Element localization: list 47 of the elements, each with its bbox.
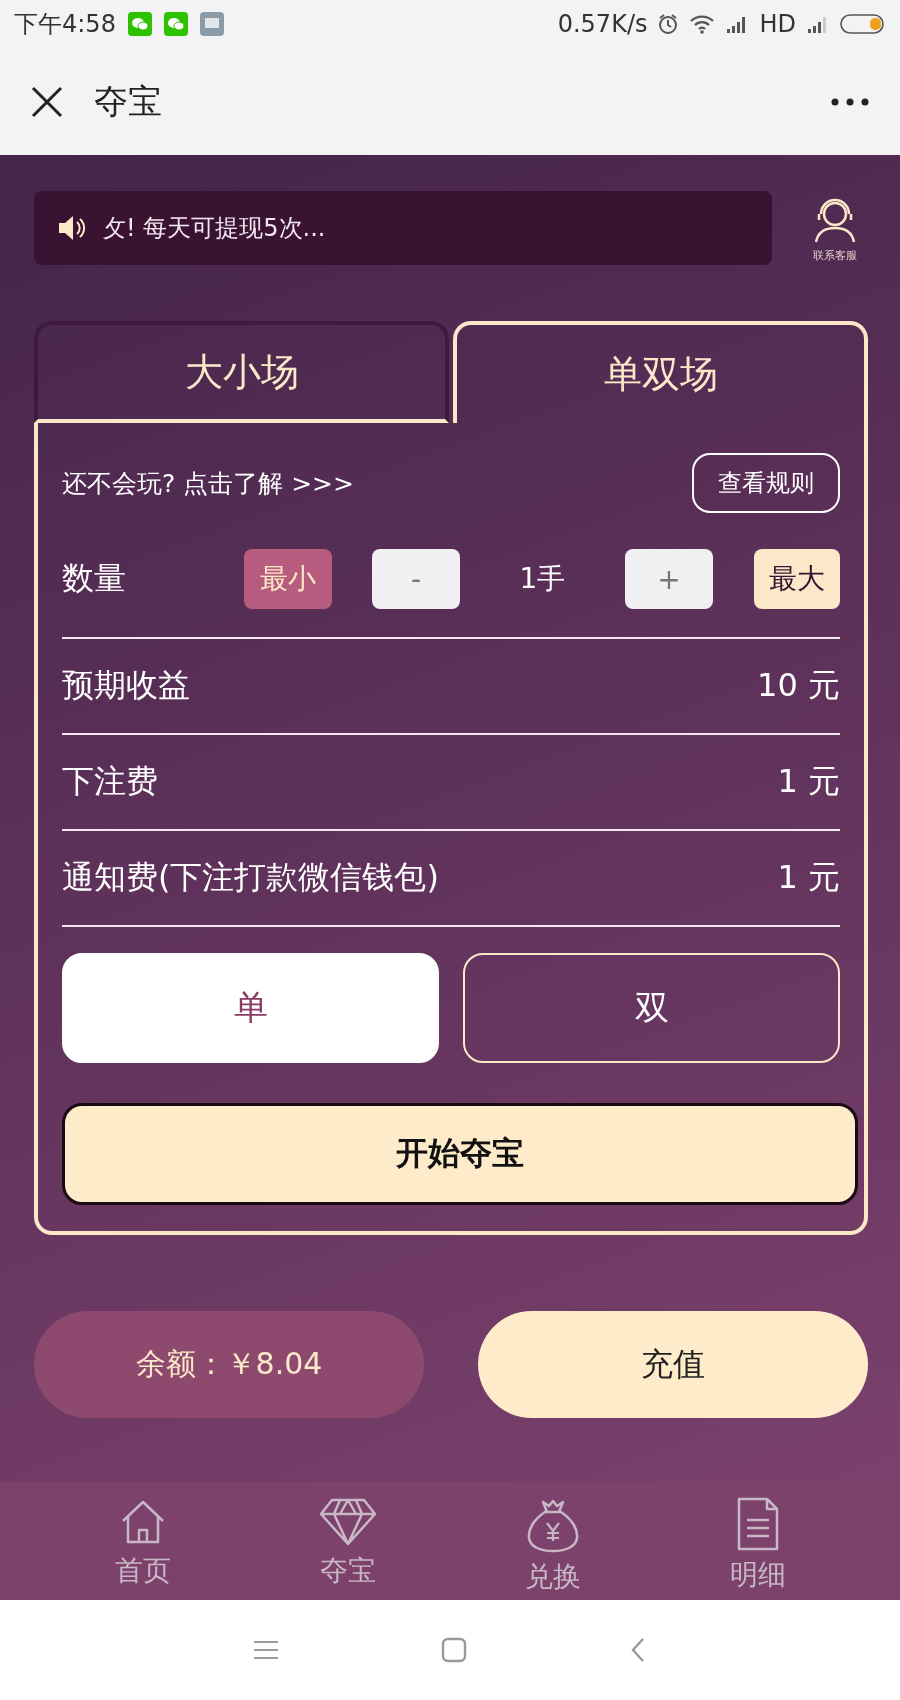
notification-icon (199, 12, 224, 36)
menu-icon[interactable] (252, 1639, 280, 1661)
nav-item[interactable]: 明细 (707, 1482, 808, 1600)
battery-icon (840, 13, 886, 35)
nav-label: 夺宝 (319, 1553, 376, 1589)
bet-option-button[interactable]: 单 (62, 953, 439, 1063)
rules-button[interactable]: 查看规则 (692, 453, 840, 513)
page-title: 夺宝 (94, 79, 162, 123)
diamond-icon (317, 1496, 378, 1548)
game-tab[interactable]: 大小场 (34, 321, 449, 423)
plus-button[interactable]: + (625, 549, 713, 609)
speaker-icon (56, 213, 86, 243)
min-button[interactable]: 最小 (244, 549, 332, 609)
quantity-label: 数量 (62, 558, 127, 599)
recharge-button[interactable]: 充值 (478, 1311, 868, 1418)
nav-item[interactable]: 兑换 (502, 1482, 603, 1600)
fee-value: 1 元 (777, 857, 840, 898)
network-type: HD (759, 10, 796, 38)
network-speed: 0.57K/s (557, 10, 648, 38)
balance-text: 余额：￥8.04 (135, 1345, 323, 1383)
bet-option-button[interactable]: 双 (463, 953, 840, 1063)
service-label[interactable]: 联系客服 (813, 247, 857, 263)
game-tab[interactable]: 单双场 (453, 321, 868, 423)
start-button[interactable]: 开始夺宝 (62, 1103, 858, 1205)
help-link[interactable]: 还不会玩? 点击了解 >>> (62, 466, 354, 500)
fee-label: 下注费 (62, 761, 158, 802)
nav-item[interactable]: 夺宝 (297, 1482, 398, 1600)
chat-app-icon (163, 12, 188, 36)
wifi-icon (689, 14, 716, 34)
fee-label: 通知费(下注打款微信钱包) (62, 857, 439, 898)
max-button[interactable]: 最大 (754, 549, 840, 609)
nav-label: 首页 (114, 1553, 171, 1589)
fee-value: 1 元 (777, 761, 840, 802)
fee-value: 10 元 (757, 665, 840, 706)
minus-button[interactable]: - (372, 549, 460, 609)
nav-label: 明细 (729, 1557, 786, 1593)
nav-label: 兑换 (524, 1559, 581, 1595)
home-square-icon[interactable] (440, 1636, 468, 1664)
notice-text: 攵! 每天可提现5次... (102, 213, 326, 244)
close-icon[interactable] (30, 84, 64, 119)
quantity-value: 1手 (518, 561, 567, 597)
alarm-icon (657, 13, 680, 35)
status-time: 下午4:58 (14, 9, 116, 40)
nav-item[interactable]: 首页 (92, 1482, 193, 1600)
fee-label: 预期收益 (62, 665, 190, 706)
chat-app-icon (127, 12, 152, 36)
more-icon[interactable] (830, 96, 870, 107)
